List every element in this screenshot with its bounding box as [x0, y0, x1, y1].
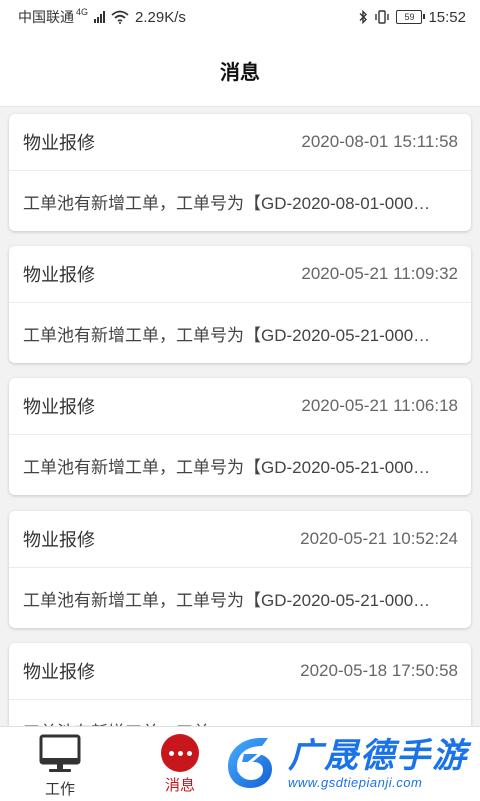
message-time: 2020-08-01 15:11:58 [301, 132, 458, 151]
message-card-header: 物业报修 2020-05-21 11:09:32 [9, 246, 471, 303]
message-type: 物业报修 [23, 133, 95, 153]
status-bar-right: 59 15:52 [358, 9, 466, 26]
message-body: 工单池有新增工单，工单号为【GD-2020-05-21-000… [9, 303, 471, 363]
message-card[interactable]: 物业报修 2020-05-21 10:52:24 工单池有新增工单，工单号为【G… [9, 511, 471, 628]
message-card[interactable]: 物业报修 2020-05-21 11:06:18 工单池有新增工单，工单号为【G… [9, 378, 471, 495]
status-bar: 中国联通 4G 2.29K/s 59 15:52 [0, 0, 480, 34]
watermark-url: www.gsdtiepianji.com [288, 774, 423, 790]
message-card[interactable]: 物业报修 2020-05-18 17:50:58 工单池有新增工单，工单… [9, 643, 471, 726]
message-body: 工单池有新增工单，工单号为【GD-2020-05-21-000… [9, 435, 471, 495]
tab-work[interactable]: 工作 [20, 727, 100, 801]
message-card-header: 物业报修 2020-05-18 17:50:58 [9, 643, 471, 700]
message-body: 工单池有新增工单，工单… [9, 700, 471, 727]
message-card[interactable]: 物业报修 2020-05-21 11:09:32 工单池有新增工单，工单号为【G… [9, 246, 471, 363]
message-type: 物业报修 [23, 530, 95, 550]
message-text: 工单池有新增工单，工单号为【GD-2020-08-01-000… [23, 193, 431, 213]
header: 消息 [0, 34, 480, 107]
watermark-text: 广晟德手游 www.gsdtiepianji.com [288, 737, 468, 790]
network-type: 4G [76, 7, 89, 17]
message-card-header: 物业报修 2020-08-01 15:11:58 [9, 114, 471, 171]
status-bar-left: 中国联通 4G 2.29K/s [18, 7, 186, 27]
tab-messages-label: 消息 [164, 777, 195, 794]
message-text: 工单池有新增工单，工单号为【GD-2020-05-21-000… [23, 325, 431, 345]
message-body: 工单池有新增工单，工单号为【GD-2020-05-21-000… [9, 568, 471, 628]
page-title: 消息 [220, 61, 260, 84]
message-text: 工单池有新增工单，工单号为【GD-2020-05-21-000… [23, 590, 431, 610]
monitor-icon [39, 734, 81, 772]
message-text: 工单池有新增工单，工单号为【GD-2020-05-21-000… [23, 457, 431, 477]
tab-messages[interactable]: 消息 [140, 727, 220, 801]
signal-icon [94, 11, 106, 23]
chat-dots-icon [161, 734, 199, 772]
vibrate-icon [375, 10, 390, 24]
message-type: 物业报修 [23, 265, 95, 285]
battery-level: 59 [404, 11, 415, 22]
watermark-title: 广晟德手游 [288, 736, 468, 775]
message-time: 2020-05-21 10:52:24 [300, 529, 458, 548]
message-time: 2020-05-18 17:50:58 [300, 661, 458, 680]
message-list[interactable]: 物业报修 2020-08-01 15:11:58 工单池有新增工单，工单号为【G… [0, 107, 480, 726]
message-time: 2020-05-21 11:09:32 [301, 264, 458, 283]
tab-work-label: 工作 [44, 781, 75, 798]
message-type: 物业报修 [23, 662, 95, 682]
bluetooth-icon [359, 10, 368, 24]
message-card[interactable]: 物业报修 2020-08-01 15:11:58 工单池有新增工单，工单号为【G… [9, 114, 471, 231]
carrier-name: 中国联通 [18, 9, 74, 25]
watermark-logo [228, 738, 273, 788]
wifi-icon [111, 10, 129, 24]
message-body: 工单池有新增工单，工单号为【GD-2020-08-01-000… [9, 171, 471, 231]
message-text: 工单池有新增工单，工单… [23, 718, 458, 727]
message-card-header: 物业报修 2020-05-21 11:06:18 [9, 378, 471, 435]
message-time: 2020-05-21 11:06:18 [301, 396, 458, 415]
watermark: 广晟德手游 www.gsdtiepianji.com [220, 728, 478, 798]
network-speed: 2.29K/s [135, 8, 186, 26]
clock: 15:52 [428, 8, 466, 26]
message-card-header: 物业报修 2020-05-21 10:52:24 [9, 511, 471, 568]
battery-icon: 59 [396, 10, 426, 24]
message-type: 物业报修 [23, 397, 95, 417]
